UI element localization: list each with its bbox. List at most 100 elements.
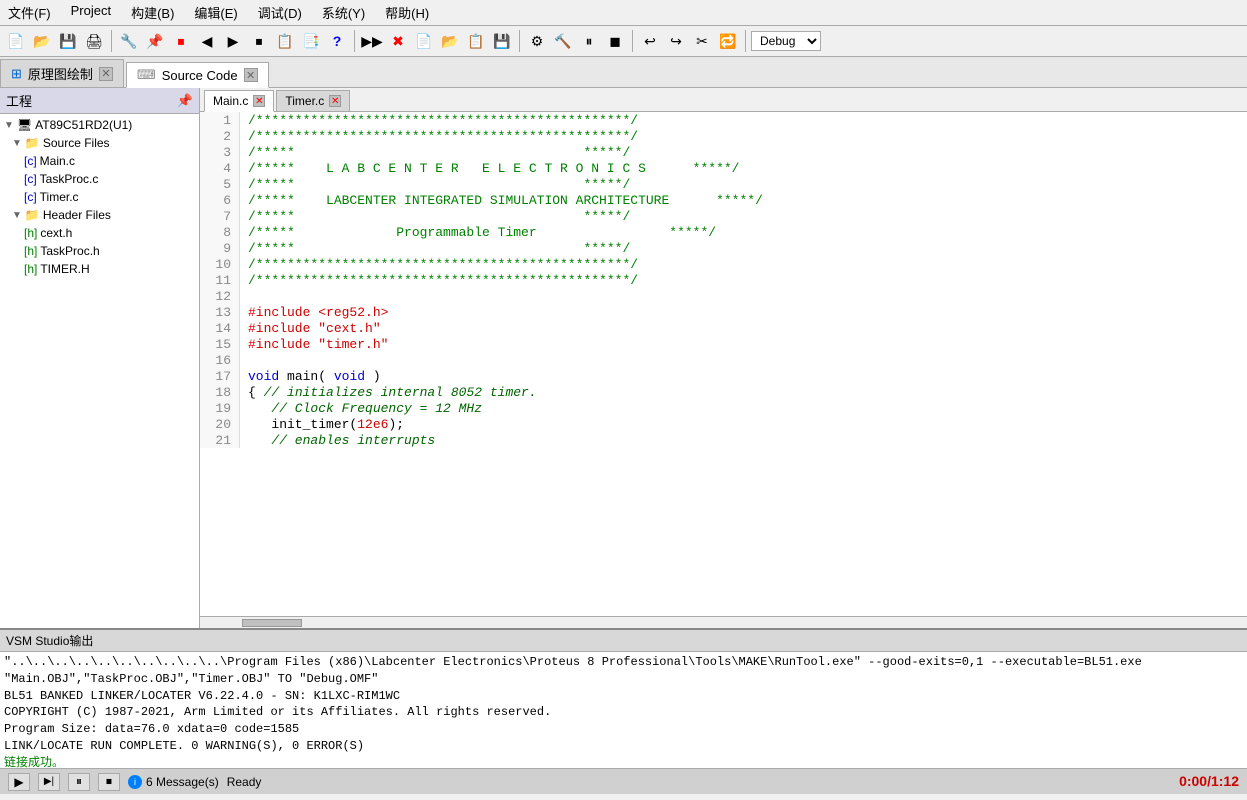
code-line-13: 13 #include <reg52.h>	[200, 304, 1247, 320]
line-code-6: /***** LABCENTER INTEGRATED SIMULATION A…	[240, 192, 1247, 208]
sub-tab-timer-c-close[interactable]: ✕	[329, 95, 341, 107]
code-line-18: 18 { // initializes internal 8052 timer.	[200, 384, 1247, 400]
code-line-5: 5 /***** *****/	[200, 176, 1247, 192]
debug-select[interactable]: Debug	[751, 31, 821, 51]
stop-button[interactable]: ⏹	[98, 773, 120, 791]
toolbar-stop2[interactable]: ◼	[603, 29, 627, 53]
source-files-arrow: ▼	[12, 138, 22, 149]
toolbar-open[interactable]: 📂	[30, 29, 54, 53]
line-num-21: 21	[200, 432, 240, 448]
toolbar-prev[interactable]: ◀	[195, 29, 219, 53]
toolbar-stop[interactable]: ⏹	[247, 29, 271, 53]
line-code-21: // enables interrupts	[240, 432, 1247, 448]
play-button[interactable]: ▶	[8, 773, 30, 791]
toolbar-build[interactable]: 🔧	[117, 29, 141, 53]
toolbar-hammer[interactable]: 🔨	[551, 29, 575, 53]
tab-source-code-label: Source Code	[162, 68, 238, 83]
tree-source-files[interactable]: ▼ 📁 Source Files	[0, 134, 199, 152]
toolbar-gear[interactable]: ⚙	[525, 29, 549, 53]
toolbar-open2[interactable]: 📂	[438, 29, 462, 53]
line-code-17: void main( void )	[240, 368, 1247, 384]
tree-main-c[interactable]: [c] Main.c	[0, 152, 199, 170]
toolbar-save[interactable]: 💾	[56, 29, 80, 53]
toolbar-redo[interactable]: ↪	[664, 29, 688, 53]
toolbar-pause[interactable]: ⏸	[577, 29, 601, 53]
code-line-20: 20 init_timer(12e6);	[200, 416, 1247, 432]
code-line-21: 21 // enables interrupts	[200, 432, 1247, 448]
sub-tab-timer-c[interactable]: Timer.c ✕	[276, 90, 350, 111]
line-code-2: /***************************************…	[240, 128, 1247, 144]
tree-taskproc-h[interactable]: [h] TaskProc.h	[0, 242, 199, 260]
menu-file[interactable]: 文件(F)	[4, 2, 55, 23]
sub-tab-main-c[interactable]: Main.c ✕	[204, 90, 274, 112]
line-code-14: #include "cext.h"	[240, 320, 1247, 336]
tree-timer-c[interactable]: [c] Timer.c	[0, 188, 199, 206]
scroll-thumb[interactable]	[242, 619, 302, 627]
toolbar-paste[interactable]: 📑	[299, 29, 323, 53]
menu-help[interactable]: 帮助(H)	[381, 2, 433, 23]
code-line-1: 1 /*************************************…	[200, 112, 1247, 128]
source-files-icon: 📁	[25, 136, 40, 150]
schematic-icon: ⊞	[11, 66, 22, 82]
toolbar-cancel[interactable]: ✖	[386, 29, 410, 53]
step-button[interactable]: ▶|	[38, 773, 60, 791]
timer-c-label: Timer.c	[40, 190, 79, 204]
code-editor[interactable]: 1 /*************************************…	[200, 112, 1247, 616]
toolbar-new2[interactable]: 📄	[412, 29, 436, 53]
toolbar-print[interactable]: 🖨	[82, 29, 106, 53]
status-time: 0:00/1:12	[1179, 773, 1239, 790]
toolbar-run[interactable]: ▶	[221, 29, 245, 53]
toolbar-help[interactable]: ?	[325, 29, 349, 53]
toolbar-stop-build[interactable]: ⏹	[169, 29, 193, 53]
header-files-icon: 📁	[25, 208, 40, 222]
panel-pin-icon[interactable]: 📌	[177, 93, 193, 109]
line-num-11: 11	[200, 272, 240, 288]
tree-timer-h[interactable]: [h] TIMER.H	[0, 260, 199, 278]
source-files-label: Source Files	[43, 136, 110, 150]
tree-cext-h[interactable]: [h] cext.h	[0, 224, 199, 242]
menu-edit[interactable]: 编辑(E)	[190, 2, 241, 23]
horizontal-scrollbar[interactable]	[200, 616, 1247, 628]
menu-debug[interactable]: 调试(D)	[254, 2, 306, 23]
code-line-7: 7 /***** *****/	[200, 208, 1247, 224]
menu-system[interactable]: 系统(Y)	[318, 2, 369, 23]
toolbar-cut[interactable]: ✂	[690, 29, 714, 53]
menu-build[interactable]: 构建(B)	[127, 2, 178, 23]
toolbar-new[interactable]: 📄	[4, 29, 28, 53]
sep4	[632, 30, 633, 52]
toolbar-clip[interactable]: 📋	[464, 29, 488, 53]
code-area: Main.c ✕ Timer.c ✕ 1 /******************…	[200, 88, 1247, 628]
line-num-1: 1	[200, 112, 240, 128]
tree-taskproc-c[interactable]: [c] TaskProc.c	[0, 170, 199, 188]
toolbar-copy[interactable]: 📋	[273, 29, 297, 53]
sub-tab-main-c-close[interactable]: ✕	[253, 95, 265, 107]
tab-schematic[interactable]: ⊞ 原理图绘制 ✕	[0, 59, 124, 87]
taskproc-c-label: TaskProc.c	[40, 172, 99, 186]
toolbar-ref[interactable]: 📌	[143, 29, 167, 53]
line-code-3: /***** *****/	[240, 144, 1247, 160]
toolbar-undo[interactable]: ↩	[638, 29, 662, 53]
line-code-8: /***** Programmable Timer *****/	[240, 224, 1247, 240]
line-code-16	[240, 352, 1247, 368]
time-display: 0:00/1:12	[1179, 773, 1239, 789]
tab-source-code[interactable]: ⌨ Source Code ✕	[126, 62, 269, 88]
output-line-4: COPYRIGHT (C) 1987-2021, Arm Limited or …	[4, 704, 1243, 721]
code-line-15: 15 #include "timer.h"	[200, 336, 1247, 352]
tab-schematic-close[interactable]: ✕	[99, 67, 113, 81]
code-line-9: 9 /***** *****/	[200, 240, 1247, 256]
tree-root[interactable]: ▼ 🖥 AT89C51RD2(U1)	[0, 116, 199, 134]
toolbar-save2[interactable]: 💾	[490, 29, 514, 53]
menu-project[interactable]: Project	[67, 2, 115, 23]
code-line-2: 2 /*************************************…	[200, 128, 1247, 144]
panel-header: 工程 📌	[0, 88, 199, 114]
code-line-17: 17 void main( void )	[200, 368, 1247, 384]
tree-header-files[interactable]: ▼ 📁 Header Files	[0, 206, 199, 224]
toolbar-forward[interactable]: ▶▶	[360, 29, 384, 53]
line-num-5: 5	[200, 176, 240, 192]
taskproc-c-icon: [c]	[24, 172, 37, 186]
tab-source-code-close[interactable]: ✕	[244, 68, 258, 82]
line-num-6: 6	[200, 192, 240, 208]
toolbar-refresh[interactable]: 🔁	[716, 29, 740, 53]
line-code-7: /***** *****/	[240, 208, 1247, 224]
pause-button[interactable]: ⏸	[68, 773, 90, 791]
